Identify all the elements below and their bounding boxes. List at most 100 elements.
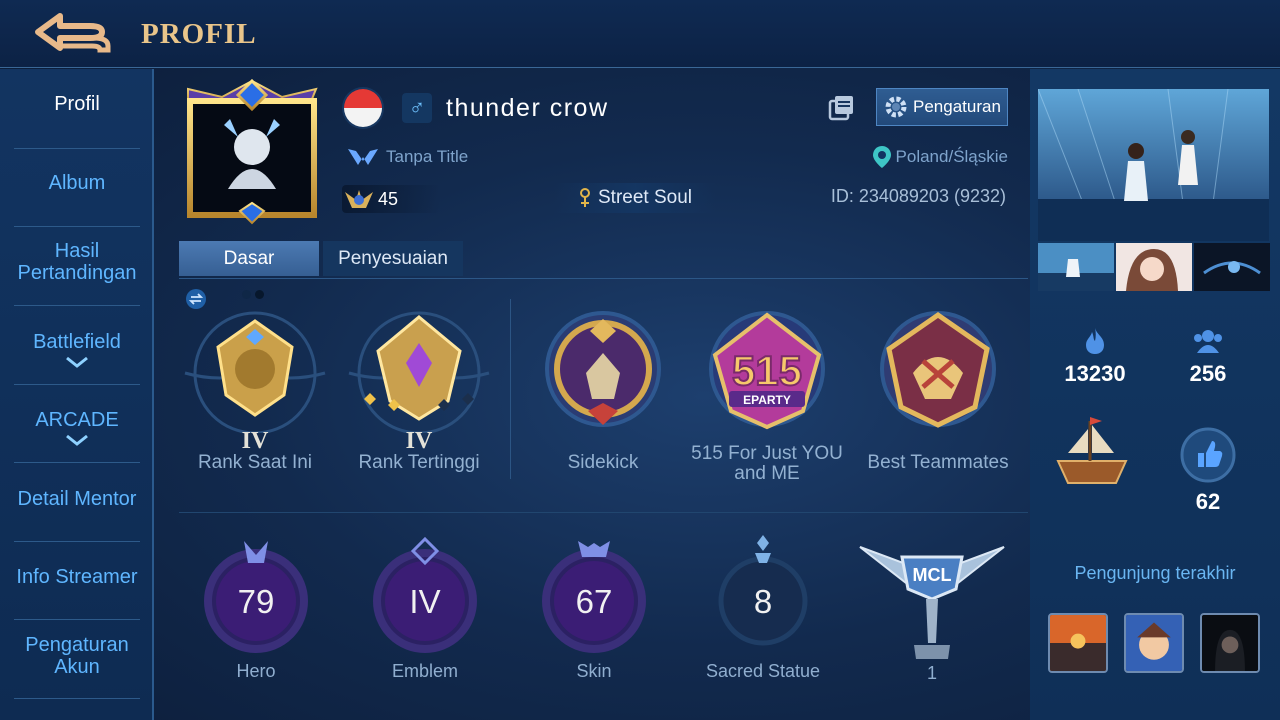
level-badge: 45 <box>342 185 440 213</box>
ship-icon[interactable] <box>1052 413 1132 489</box>
sidebar-item-battlefield[interactable]: Battlefield <box>0 331 154 369</box>
rank-tier: IV <box>241 428 269 454</box>
page-dot-active <box>255 290 264 299</box>
player-level: 45 <box>378 188 399 209</box>
sidebar-divider <box>14 462 140 463</box>
sidebar-item-label: Battlefield <box>33 331 121 353</box>
gallery-thumb-3[interactable] <box>1194 243 1270 291</box>
mcl-text: MCL <box>913 565 952 585</box>
sidebar-item-album[interactable]: Album <box>0 172 154 194</box>
sidebar-item-pengaturan-akun[interactable]: Pengaturan Akun <box>0 634 154 678</box>
visitor-avatar-1[interactable] <box>1048 613 1108 673</box>
page-title: PROFIL <box>141 18 257 50</box>
visitor-avatar-2[interactable] <box>1124 613 1184 673</box>
likes-stat[interactable]: 62 <box>1158 427 1258 515</box>
stat-label: Emblem <box>391 661 458 681</box>
squad-icon <box>580 188 590 207</box>
stat-label: Skin <box>576 661 612 681</box>
badge-label: Best Teammates <box>867 452 1009 473</box>
sidebar-divider <box>14 698 140 699</box>
section-divider <box>179 512 1028 513</box>
gallery-thumb-2[interactable] <box>1116 243 1192 291</box>
sidebar-item-label: ARCADE <box>35 409 119 431</box>
right-panel: 13230 256 62 Pengunjung terakhir <box>1030 69 1280 720</box>
back-arrow-icon[interactable] <box>30 10 112 56</box>
level-wings-icon <box>345 190 373 208</box>
mcl-trophy-icon: MCL <box>859 546 1005 659</box>
badge-best-teammates[interactable]: Best Teammates <box>863 303 1013 473</box>
sidebar: Profil Album Hasil Pertandingan Battlefi… <box>0 69 154 720</box>
sidebar-item-hasil-pertandingan[interactable]: Hasil Pertandingan <box>0 240 154 284</box>
sidebar-divider <box>14 384 140 385</box>
cover-image[interactable] <box>1038 89 1269 241</box>
player-title: Tanpa Title <box>386 147 469 166</box>
sidebar-item-info-streamer[interactable]: Info Streamer <box>0 566 154 588</box>
sidebar-item-profil[interactable]: Profil <box>0 93 154 115</box>
tab-dasar[interactable]: Dasar <box>179 241 319 276</box>
stat-value: 67 <box>575 583 613 620</box>
sidebar-divider <box>14 541 140 542</box>
sidebar-divider <box>14 619 140 620</box>
avatar[interactable] <box>182 79 322 225</box>
rank-lion-emblem-icon <box>184 311 326 435</box>
badge-label: Rank Tertinggi <box>358 452 480 473</box>
sidebar-item-label: Album <box>48 172 106 194</box>
gender-male-icon: ♂ <box>402 93 432 123</box>
profile-main: ♂ thunder crow Tanpa Title 45 Street Sou… <box>156 69 1028 720</box>
badge-rank-highest[interactable]: IV Rank Tertinggi <box>344 303 494 473</box>
title-row[interactable]: Tanpa Title <box>346 145 468 169</box>
sidebar-divider <box>14 226 140 227</box>
chevron-down-icon <box>66 356 88 368</box>
chevron-down-icon <box>66 434 88 446</box>
squad-badge[interactable]: Street Soul <box>554 183 716 213</box>
rank-tier: IV <box>405 428 433 454</box>
sidebar-item-label: Detail Mentor <box>17 488 137 510</box>
player-name: thunder crow <box>446 94 609 122</box>
country-flag-icon <box>344 89 382 127</box>
badge-sidekick[interactable]: Sidekick <box>528 303 678 473</box>
sidebar-item-label: Info Streamer <box>16 566 138 588</box>
popularity-value: 13230 <box>1064 361 1126 386</box>
stat-emblem[interactable]: IV Emblem <box>365 533 485 693</box>
515-eparty-emblem-icon: 515 EPARTY <box>709 311 825 430</box>
stat-hero[interactable]: 79 Hero <box>196 533 316 693</box>
visitor-avatar-3[interactable] <box>1200 613 1260 673</box>
badge-515-event[interactable]: 515 EPARTY 515 For Just YOU and ME <box>687 303 847 484</box>
badge-label: 515 For Just YOU and ME <box>691 443 843 484</box>
location-text: Poland/Śląskie <box>895 147 1008 166</box>
sidebar-item-label: Pengaturan Akun <box>25 634 129 678</box>
gallery-thumb-1[interactable] <box>1038 243 1114 291</box>
popularity-stat: 13230 <box>1045 327 1145 387</box>
badge-rank-current[interactable]: IV Rank Saat Ini <box>180 303 330 473</box>
settings-button[interactable]: Pengaturan <box>876 88 1008 126</box>
tab-penyesuaian[interactable]: Penyesuaian <box>323 241 463 276</box>
squad-name: Street Soul <box>598 187 692 208</box>
sidebar-item-arcade[interactable]: ARCADE <box>0 409 154 447</box>
top-bar: PROFIL <box>0 0 1280 68</box>
sidebar-item-detail-mentor[interactable]: Detail Mentor <box>0 488 154 510</box>
player-id: ID: 234089203 (9232) <box>830 186 1006 206</box>
rank-mythic-emblem-icon <box>348 311 490 435</box>
settings-label: Pengaturan <box>913 97 1001 116</box>
page-indicator <box>242 290 264 299</box>
sidebar-item-label: Hasil Pertandingan <box>17 240 137 284</box>
followers-value: 256 <box>1189 361 1227 386</box>
sidekick-emblem-icon <box>545 311 661 427</box>
sidebar-divider <box>14 305 140 306</box>
followers-stat[interactable]: 256 <box>1158 327 1258 387</box>
copy-icon[interactable] <box>826 93 856 123</box>
stat-mcl[interactable]: MCL 1 <box>856 533 1008 693</box>
stat-value: 79 <box>237 583 275 620</box>
tab-divider <box>179 278 1028 279</box>
stat-label: Sacred Statue <box>705 661 821 681</box>
people-icon <box>1194 330 1222 353</box>
recent-visitors-title: Pengunjung terakhir <box>1074 563 1236 583</box>
stat-sacred-statue[interactable]: 8 Sacred Statue <box>703 533 823 693</box>
stat-skin[interactable]: 67 Skin <box>534 533 654 693</box>
page-dot <box>242 290 251 299</box>
best-teammates-emblem-icon <box>880 311 996 428</box>
thumbs-up-icon <box>1180 427 1236 483</box>
sidebar-item-label: Profil <box>54 93 100 115</box>
location-pin-icon <box>872 146 891 168</box>
badge-label: Sidekick <box>567 452 639 473</box>
